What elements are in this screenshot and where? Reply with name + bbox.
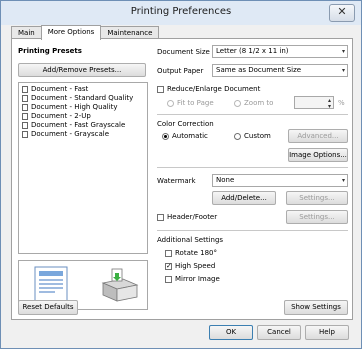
page-preview-icon bbox=[34, 266, 68, 304]
ok-button[interactable]: OK bbox=[209, 325, 253, 340]
mirror-image-label: Mirror Image bbox=[175, 275, 220, 283]
watermark-select[interactable]: None ▾ bbox=[212, 174, 348, 187]
list-item[interactable]: Document - Fast Grayscale bbox=[22, 121, 125, 130]
printing-presets-heading: Printing Presets bbox=[18, 47, 82, 55]
fit-to-page-radio[interactable] bbox=[167, 100, 174, 107]
header-footer-settings-button[interactable]: Settings... bbox=[286, 210, 348, 224]
document-icon bbox=[22, 112, 28, 120]
zoom-to-label: Zoom to bbox=[244, 99, 274, 107]
high-speed-label: High Speed bbox=[175, 262, 216, 270]
list-item[interactable]: Document - 2-Up bbox=[22, 112, 91, 121]
list-item[interactable]: Document - Standard Quality bbox=[22, 94, 133, 103]
advanced-button[interactable]: Advanced... bbox=[288, 129, 348, 143]
close-button[interactable]: ✕ bbox=[329, 4, 355, 22]
additional-settings-label: Additional Settings bbox=[157, 236, 224, 244]
list-item[interactable]: Document - Grayscale bbox=[22, 130, 109, 139]
automatic-label: Automatic bbox=[172, 132, 208, 140]
percent-label: % bbox=[338, 99, 345, 107]
rotate-180-checkbox[interactable] bbox=[165, 250, 172, 257]
show-settings-button[interactable]: Show Settings bbox=[284, 300, 348, 315]
divider bbox=[157, 167, 348, 168]
divider bbox=[157, 114, 348, 115]
high-speed-checkbox[interactable]: ✓ bbox=[165, 263, 172, 270]
document-icon bbox=[22, 103, 28, 111]
zoom-to-radio[interactable] bbox=[234, 100, 241, 107]
cancel-button[interactable]: Cancel bbox=[257, 325, 301, 340]
custom-radio[interactable] bbox=[234, 133, 241, 140]
color-correction-label: Color Correction bbox=[157, 120, 214, 128]
document-icon bbox=[22, 94, 28, 102]
watermark-label: Watermark bbox=[157, 177, 196, 185]
custom-label: Custom bbox=[244, 132, 271, 140]
help-button[interactable]: Help bbox=[305, 325, 349, 340]
output-paper-label: Output Paper bbox=[157, 67, 204, 75]
title-bar: Printing Preferences ✕ bbox=[1, 1, 361, 25]
document-size-select[interactable]: Letter (8 1/2 x 11 in) ▾ bbox=[212, 45, 348, 58]
chevron-down-icon: ▾ bbox=[341, 67, 345, 74]
output-paper-select[interactable]: Same as Document Size ▾ bbox=[212, 64, 348, 77]
fit-to-page-label: Fit to Page bbox=[177, 99, 214, 107]
add-remove-presets-button[interactable]: Add/Remove Presets... bbox=[18, 63, 146, 77]
reduce-enlarge-checkbox[interactable] bbox=[157, 86, 164, 93]
reduce-enlarge-label: Reduce/Enlarge Document bbox=[167, 85, 261, 93]
automatic-radio[interactable] bbox=[162, 133, 169, 140]
add-delete-watermark-button[interactable]: Add/Delete... bbox=[212, 191, 276, 205]
zoom-percent-stepper[interactable]: ▴ ▾ bbox=[294, 96, 334, 112]
more-options-panel: Printing Presets Add/Remove Presets... D… bbox=[11, 38, 353, 320]
document-icon bbox=[22, 85, 28, 93]
divider bbox=[157, 230, 348, 231]
document-icon bbox=[22, 130, 28, 138]
window-title: Printing Preferences bbox=[130, 6, 232, 17]
tab-more-options[interactable]: More Options bbox=[40, 25, 102, 40]
printer-icon bbox=[101, 268, 139, 302]
watermark-settings-button[interactable]: Settings... bbox=[286, 191, 348, 205]
printing-preferences-window: Printing Preferences ✕ Main More Options… bbox=[0, 0, 362, 349]
rotate-180-label: Rotate 180° bbox=[175, 249, 218, 257]
document-size-label: Document Size bbox=[157, 48, 210, 56]
chevron-down-icon: ▾ bbox=[341, 48, 345, 55]
document-icon bbox=[22, 121, 28, 129]
chevron-down-icon: ▾ bbox=[341, 177, 345, 184]
header-footer-label: Header/Footer bbox=[167, 213, 218, 221]
header-footer-checkbox[interactable] bbox=[157, 214, 164, 221]
list-item[interactable]: Document - High Quality bbox=[22, 103, 118, 112]
presets-list[interactable]: Document - Fast Document - Standard Qual… bbox=[18, 82, 148, 254]
stepper-down-icon[interactable]: ▾ bbox=[328, 101, 331, 112]
reset-defaults-button[interactable]: Reset Defaults bbox=[18, 300, 78, 315]
list-item[interactable]: Document - Fast bbox=[22, 85, 88, 94]
image-options-button[interactable]: Image Options... bbox=[288, 148, 348, 162]
mirror-image-checkbox[interactable] bbox=[165, 276, 172, 283]
